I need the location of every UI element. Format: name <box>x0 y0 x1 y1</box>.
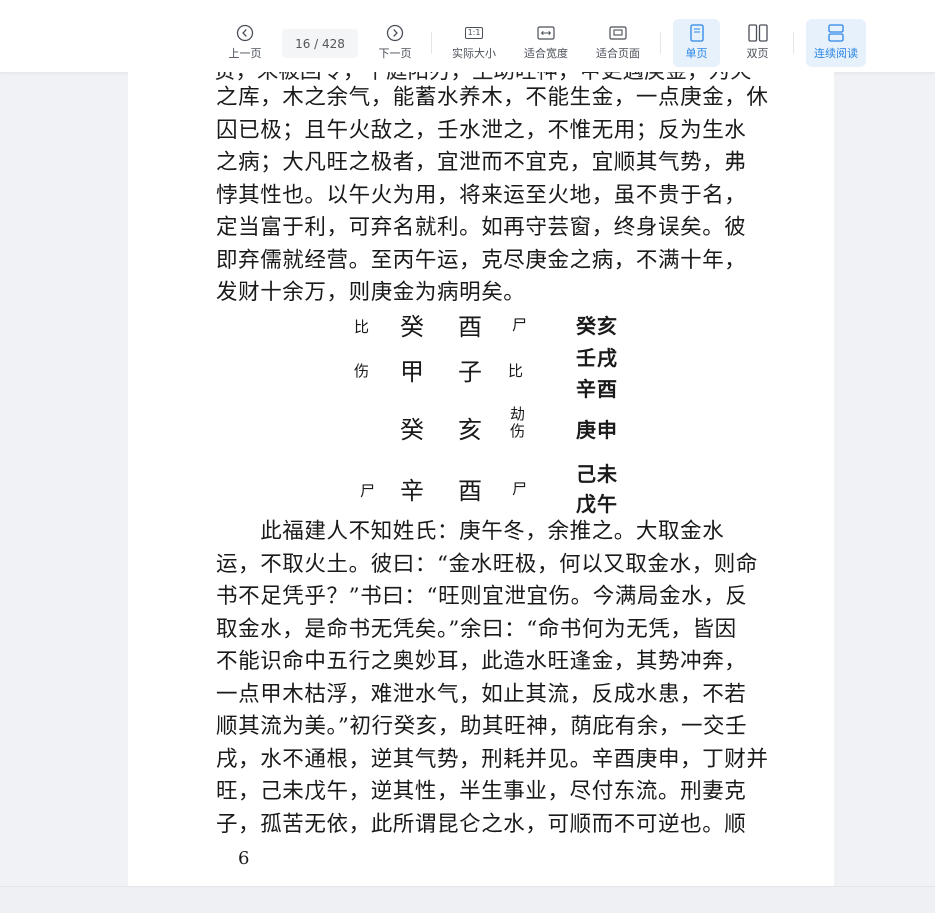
viewer-toolbar: 上一页 16 / 428 下一页 1:1 实际大小 适合宽度 适合页面 单页 双… <box>0 0 935 73</box>
text-line: 子，孤苦无依，此所谓昆仑之水，可顺而不可逆也。顺 <box>216 811 747 837</box>
text-line: 书不足凭乎？”书曰：“旺则宜泄宜伤。今满局金水，反 <box>216 584 748 609</box>
continuous-scroll-icon <box>827 22 845 44</box>
actual-size-icon-text: 1:1 <box>464 27 484 39</box>
paragraph-2: 此福建人不知姓氏：庚午冬，余推之。大取金水 运，不取火土。彼曰：“金水旺极，何以… <box>216 516 776 841</box>
continuous-reading-button[interactable]: 连续阅读 <box>806 22 866 68</box>
luck-pillar: 癸亥 <box>576 314 618 338</box>
chart-ten-god-label: 劫伤 <box>510 405 526 440</box>
fit-page-label: 适合页面 <box>596 47 640 60</box>
chart-ten-god-label: 尸 <box>360 482 376 500</box>
double-page-icon <box>747 22 768 44</box>
paragraph-1: 之库，木之余气，能蓄水养木，不能生金，一点庚金，休 囚已极；且午火敌之，壬水泄之… <box>216 82 776 310</box>
prev-page-button[interactable]: 上一页 <box>222 22 268 68</box>
page-indicator-input[interactable]: 16 / 428 <box>282 29 358 58</box>
fit-width-button[interactable]: 适合宽度 <box>518 22 574 68</box>
text-line: 此福建人不知姓氏：庚午冬，余推之。大取金水 <box>216 519 725 544</box>
text-line: 戌，水不通根，逆其气势，刑耗并见。辛酉庚申，丁财并 <box>216 746 769 772</box>
chart-branch: 亥 <box>458 416 483 444</box>
chart-stem: 癸 <box>400 313 425 341</box>
page-number: 6 <box>238 848 250 869</box>
luck-pillar: 辛酉 <box>576 377 618 401</box>
text-line: 定当富于利，可弃名就利。如再守芸窗，终身误矣。彼 <box>216 215 747 240</box>
chart-branch: 酉 <box>458 477 483 505</box>
text-line: 之病；大凡旺之极者，宜泄而不宜克，宜顺其气势，弗 <box>216 150 747 175</box>
chevron-left-circle-icon <box>236 22 254 44</box>
bottom-status-bar <box>0 886 935 913</box>
chart-ten-god-label: 尸 <box>512 480 528 498</box>
continuous-reading-label: 连续阅读 <box>814 47 858 60</box>
chart-stem: 甲 <box>400 358 425 386</box>
one-to-one-icon: 1:1 <box>464 22 484 44</box>
single-page-icon <box>689 22 704 44</box>
text-line: 取金水，是命书无凭矣。”余曰：“命书何为无凭，皆因 <box>216 616 737 642</box>
luck-pillar: 戊午 <box>576 492 618 516</box>
chart-branch: 酉 <box>458 313 483 341</box>
toolbar-divider <box>793 32 794 54</box>
chart-ten-god-label: 尸 <box>512 316 528 334</box>
text-line: 旺，己未戊午，逆其性，半生事业，尽付东流。刑妻克 <box>216 779 747 804</box>
chart-ten-god-label: 比 <box>508 362 524 380</box>
text-line: 囚已极；且午火敌之，壬水泄之，不惟无用；反为生水 <box>216 117 747 143</box>
chart-branch: 子 <box>458 358 483 386</box>
text-line: 一点甲木枯浮，难泄水气，如止其流，反成水患，不若 <box>216 681 747 707</box>
text-line: 发财十余万，则庚金为病明矣。 <box>216 280 526 305</box>
text-line: 之库，木之余气，能蓄水养木，不能生金，一点庚金，休 <box>216 85 769 110</box>
chart-ten-god-label: 伤 <box>354 362 370 380</box>
text-line: 悖其性也。以午火为用，将来运至火地，虽不贵于名， <box>216 182 747 208</box>
document-page: 贵，未被回令，午庭阳刃，生助旺神，甲更遇庚金，为火 之库，木之余气，能蓄水养木，… <box>128 72 834 886</box>
chart-stem: 癸 <box>400 416 425 444</box>
single-page-label: 单页 <box>685 47 708 60</box>
double-page-label: 双页 <box>746 47 769 60</box>
chart-ten-god-label: 比 <box>354 318 370 336</box>
fit-width-label: 适合宽度 <box>524 47 568 60</box>
fit-page-button[interactable]: 适合页面 <box>590 22 646 68</box>
text-line: 顺其流为美。”初行癸亥，助其旺神，荫庇有余，一交壬 <box>216 714 748 739</box>
chart-stem: 辛 <box>400 477 425 505</box>
luck-pillar: 庚申 <box>576 418 618 442</box>
text-line: 即弃儒就经营。至丙午运，克尽庚金之病，不满十年， <box>216 247 747 273</box>
luck-pillar: 壬戌 <box>576 346 618 370</box>
actual-size-label: 实际大小 <box>452 47 496 60</box>
fit-page-icon <box>609 22 627 44</box>
toolbar-divider <box>660 32 661 54</box>
chevron-right-circle-icon <box>386 22 404 44</box>
double-page-button[interactable]: 双页 <box>734 22 781 68</box>
actual-size-button[interactable]: 1:1 实际大小 <box>446 22 502 68</box>
toolbar-divider <box>431 32 432 54</box>
text-line: 不能识命中五行之奥妙耳，此造水旺逢金，其势冲奔， <box>216 649 747 674</box>
text-line: 运，不取火土。彼曰：“金水旺极，何以又取金水，则命 <box>216 551 758 577</box>
single-page-button[interactable]: 单页 <box>673 22 720 68</box>
fit-width-icon <box>537 22 555 44</box>
prev-page-label: 上一页 <box>228 47 262 60</box>
luck-pillar: 己未 <box>576 462 618 486</box>
next-page-button[interactable]: 下一页 <box>372 22 418 68</box>
next-page-label: 下一页 <box>378 47 412 60</box>
